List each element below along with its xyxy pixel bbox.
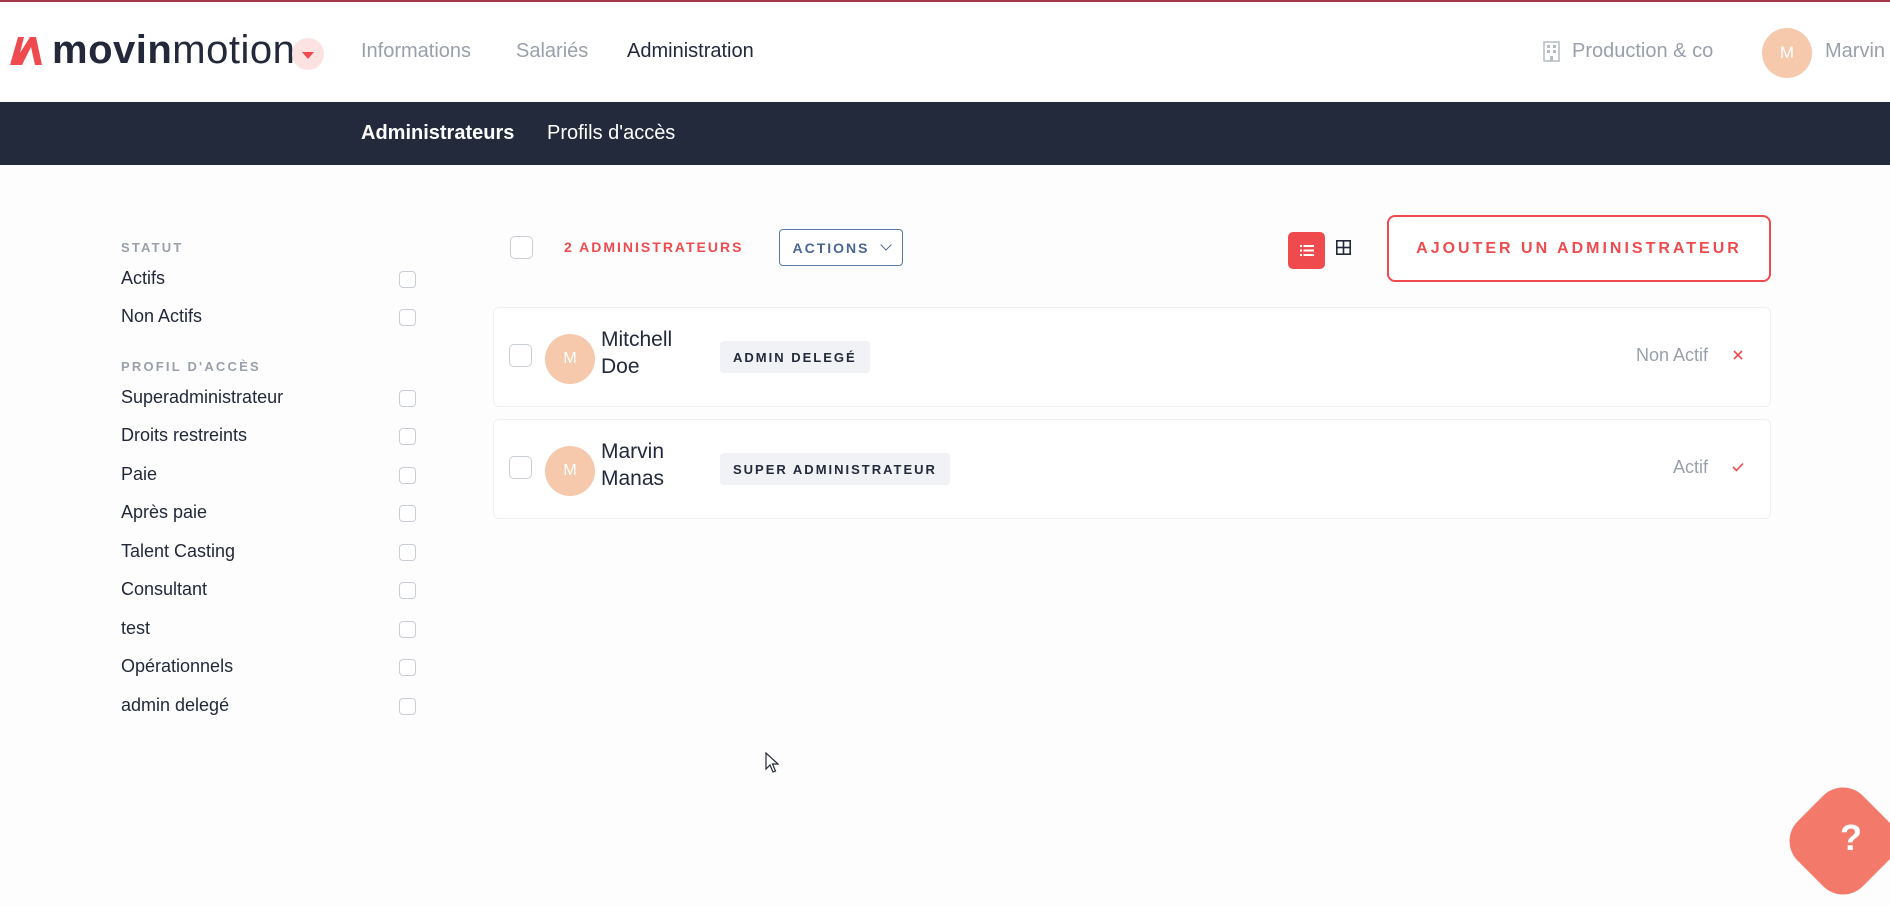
admin-name: Marvin Manas (601, 438, 691, 492)
filter-label: Droits restreints (121, 425, 248, 445)
role-badge: ADMIN DELEGÉ (720, 341, 870, 373)
admin-first-name: Marvin (601, 440, 665, 463)
filter-title-profil: PROFIL D'ACCÈS (121, 359, 261, 374)
filter-apres-paie[interactable]: Après paie (121, 502, 419, 526)
admin-last-name: Doe (601, 355, 640, 378)
select-all-checkbox[interactable] (510, 236, 533, 259)
filter-talent-casting[interactable]: Talent Casting (121, 541, 419, 565)
actions-dropdown-button[interactable]: ACTIONS (779, 229, 903, 266)
filter-consultant[interactable]: Consultant (121, 579, 419, 603)
avatar: M (545, 446, 595, 496)
row-checkbox[interactable] (509, 344, 532, 367)
filter-droits-restreints[interactable]: Droits restreints (121, 425, 419, 449)
logo[interactable]: movinmotion (8, 28, 295, 72)
user-name[interactable]: Marvin (1825, 40, 1885, 63)
filter-checkbox[interactable] (399, 505, 416, 522)
nav-informations[interactable]: Informations (361, 40, 471, 63)
chevron-down-icon (879, 239, 892, 251)
filter-operationnels[interactable]: Opérationnels (121, 656, 419, 680)
admin-last-name: Manas (601, 467, 665, 490)
avatar: M (545, 334, 595, 384)
filter-label: Talent Casting (121, 541, 236, 561)
admin-row[interactable]: M Marvin Manas SUPER ADMINISTRATEUR Acti… (493, 419, 1771, 519)
check-icon (1730, 459, 1746, 475)
x-icon (1730, 347, 1746, 363)
filter-checkbox[interactable] (399, 621, 416, 638)
tab-administrateurs[interactable]: Administrateurs (361, 122, 514, 145)
filter-checkbox[interactable] (399, 659, 416, 676)
filter-superadministrateur[interactable]: Superadministrateur (121, 387, 419, 411)
row-checkbox[interactable] (509, 456, 532, 479)
filter-checkbox[interactable] (399, 582, 416, 599)
actions-label: ACTIONS (792, 239, 870, 256)
add-administrator-button[interactable]: AJOUTER UN ADMINISTRATEUR (1387, 215, 1771, 282)
filter-checkbox[interactable] (399, 390, 416, 407)
filter-test[interactable]: test (121, 618, 419, 642)
help-button[interactable] (1777, 775, 1890, 906)
filter-label: admin delegé (121, 695, 230, 715)
user-avatar[interactable]: M (1762, 28, 1812, 78)
org-dropdown-button[interactable] (292, 38, 324, 70)
mouse-cursor-icon (765, 751, 780, 779)
admin-first-name: Mitchell (601, 328, 673, 351)
question-mark-icon[interactable]: ? (1840, 820, 1862, 856)
filter-checkbox[interactable] (399, 271, 416, 288)
nav-administration[interactable]: Administration (627, 40, 754, 63)
logo-text: movinmotion (52, 28, 296, 72)
role-badge: SUPER ADMINISTRATEUR (720, 453, 950, 485)
filter-label: Actifs (121, 268, 166, 288)
filter-paie[interactable]: Paie (121, 464, 419, 488)
admin-name: Mitchell Doe (601, 326, 691, 380)
filter-checkbox[interactable] (399, 467, 416, 484)
list-icon (1299, 245, 1314, 256)
tab-profils-acces[interactable]: Profils d'accès (547, 122, 675, 145)
filter-label: Superadministrateur (121, 387, 284, 407)
filter-non-actifs[interactable]: Non Actifs (121, 306, 419, 330)
filter-checkbox[interactable] (399, 309, 416, 326)
admin-row[interactable]: M Mitchell Doe ADMIN DELEGÉ Non Actif (493, 307, 1771, 407)
filter-label: Opérationnels (121, 656, 234, 676)
filter-label: Après paie (121, 502, 208, 522)
grid-view-button[interactable] (1334, 238, 1352, 256)
filter-checkbox[interactable] (399, 698, 416, 715)
building-icon (1543, 41, 1560, 62)
sub-navigation: Administrateurs Profils d'accès (0, 102, 1890, 165)
filter-label: Consultant (121, 579, 208, 599)
filter-label: Non Actifs (121, 306, 203, 326)
list-view-button[interactable] (1288, 232, 1325, 269)
filter-actifs[interactable]: Actifs (121, 268, 419, 292)
status-text: Actif (1672, 457, 1708, 477)
grid-icon (1335, 239, 1351, 255)
company-name: Production & co (1572, 40, 1714, 62)
filter-checkbox[interactable] (399, 544, 416, 561)
filter-label: test (121, 618, 151, 638)
logo-mark-icon (10, 37, 42, 65)
top-header: movinmotion Informations Salariés Admini… (0, 2, 1890, 102)
filter-title-statut: STATUT (121, 240, 184, 255)
filter-label: Paie (121, 464, 158, 484)
filter-admin-delege[interactable]: admin delegé (121, 695, 419, 719)
caret-down-icon (302, 52, 314, 59)
filter-checkbox[interactable] (399, 428, 416, 445)
admin-count: 2 ADMINISTRATEURS (564, 239, 744, 255)
company-selector[interactable]: Production & co (1543, 40, 1713, 63)
nav-salaries[interactable]: Salariés (516, 40, 588, 63)
status-text: Non Actif (1635, 345, 1708, 365)
